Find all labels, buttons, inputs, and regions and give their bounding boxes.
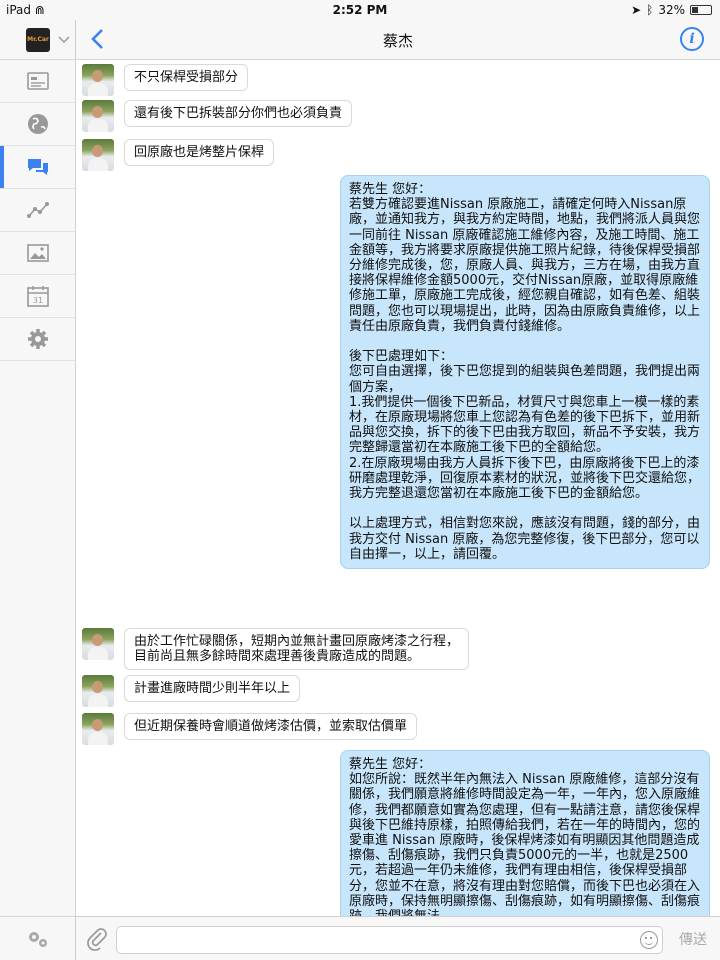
message-bubble: 不只保桿受損部分 <box>124 64 249 91</box>
attachment-icon[interactable] <box>86 927 108 951</box>
gear-icon <box>27 329 48 349</box>
avatar[interactable] <box>82 64 114 96</box>
image-icon <box>26 244 49 262</box>
incoming-message: 計畫進廠時間少則半年以上 <box>82 675 301 707</box>
incoming-message: 由於工作忙碌關係，短期內並無計畫回原廠烤漆之行程， 目前尚且無多餘時間來處理善後… <box>82 628 470 670</box>
sidebar-item-settings[interactable] <box>0 318 75 361</box>
battery-icon <box>690 5 712 15</box>
id-card-icon <box>26 72 49 90</box>
line-graph-icon <box>26 202 49 218</box>
sidebar-item-calendar[interactable]: 31 <box>0 275 75 318</box>
outgoing-message: 蔡先生 您好： 若雙方確認要進Nissan 原廠施工，請確定何時入Nissan原… <box>340 175 710 570</box>
chevron-down-icon <box>58 35 70 43</box>
gears-icon <box>28 931 47 947</box>
avatar[interactable] <box>82 100 114 132</box>
message-bubble: 由於工作忙碌關係，短期內並無計畫回原廠烤漆之行程， 目前尚且無多餘時間來處理善後… <box>124 628 470 670</box>
emoji-icon[interactable] <box>640 931 658 949</box>
message-input[interactable] <box>116 926 663 954</box>
send-button[interactable]: 傳送 <box>673 927 713 953</box>
clock: 2:52 PM <box>332 3 388 17</box>
avatar[interactable] <box>82 675 114 707</box>
globe-icon <box>27 114 48 134</box>
calendar-day: 31 <box>32 296 42 305</box>
calendar-icon: 31 <box>26 286 49 307</box>
incoming-message: 但近期保養時會順道做烤漆估價，並索取估價單 <box>82 713 418 745</box>
message-bubble: 還有後下巴拆裝部分你們也必須負責 <box>124 100 353 127</box>
bluetooth-icon: ᛒ <box>646 3 654 17</box>
preferences-button[interactable] <box>0 916 75 960</box>
avatar[interactable] <box>82 713 114 745</box>
chat-header: 蔡杰 i <box>76 20 720 60</box>
sidebar-item-gallery[interactable] <box>0 232 75 275</box>
contact-name: 蔡杰 <box>382 32 413 50</box>
sidebar-item-chat[interactable] <box>0 146 75 189</box>
shop-logo: Mr.Car <box>26 27 50 52</box>
info-icon[interactable]: i <box>680 27 704 51</box>
battery-level <box>692 7 698 13</box>
incoming-message: 不只保桿受損部分 <box>82 64 249 96</box>
sidebar-item-stats[interactable] <box>0 189 75 232</box>
avatar[interactable] <box>82 628 114 660</box>
message-bubble: 但近期保養時會順道做烤漆估價，並索取估價單 <box>124 713 418 740</box>
chat-bubbles-icon <box>27 159 48 175</box>
location-icon: ➤ <box>631 3 642 17</box>
message-bubble: 計畫進廠時間少則半年以上 <box>124 675 301 702</box>
status-bar: iPad ⋒ 2:52 PM ➤ ᛒ 32% <box>0 0 720 20</box>
avatar[interactable] <box>82 139 114 171</box>
incoming-message: 回原廠也是烤整片保桿 <box>82 139 275 171</box>
battery-percent: 32% <box>658 3 685 17</box>
sidebar-item-globe[interactable] <box>0 103 75 146</box>
outgoing-message: 蔡先生 您好： 如您所說：既然半年內無法入 Nissan 原廠維修，這部分沒有關… <box>340 750 710 916</box>
input-bar: 傳送 <box>76 916 720 960</box>
account-switcher[interactable]: Mr.Car <box>0 20 75 60</box>
incoming-message: 還有後下巴拆裝部分你們也必須負責 <box>82 100 353 132</box>
message-bubble: 回原廠也是烤整片保桿 <box>124 139 275 166</box>
message-list[interactable]: 不只保桿受損部分還有後下巴拆裝部分你們也必須負責 回原廠也是烤整片保桿蔡先生 您好… <box>76 61 720 916</box>
sidebar-item-card[interactable] <box>0 60 75 103</box>
sidebar: Mr.Car 31 <box>0 20 76 960</box>
